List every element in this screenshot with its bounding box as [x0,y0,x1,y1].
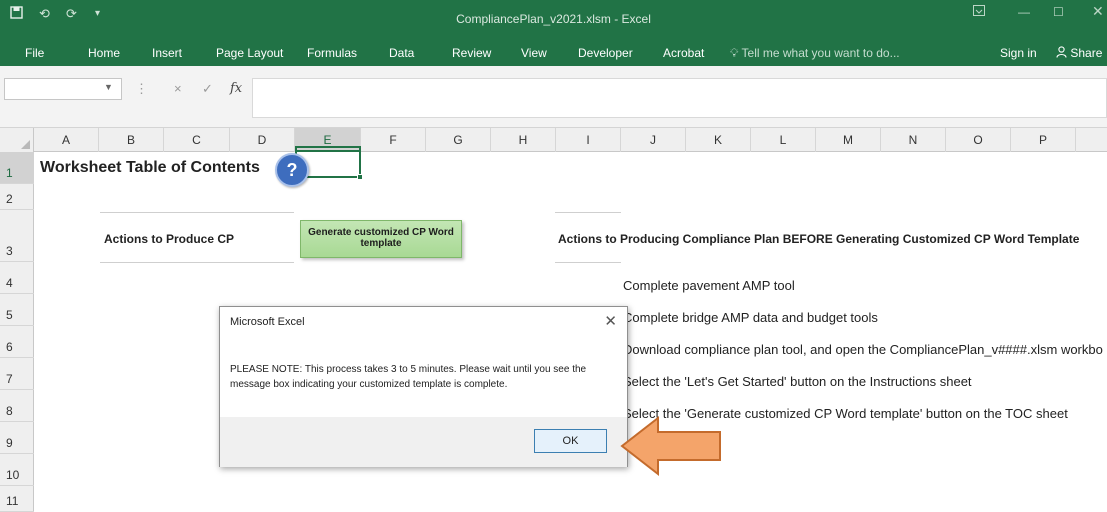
column-header-b[interactable]: B [99,128,164,152]
row-header-11[interactable]: 11 [0,486,34,512]
ribbon-tabs: File Home Insert Page Layout Formulas Da… [0,40,1107,66]
column-header-g[interactable]: G [426,128,491,152]
dialog-message: PLEASE NOTE: This process takes 3 to 5 m… [230,364,587,390]
column-header-j[interactable]: J [621,128,686,152]
section-divider [555,262,621,263]
tab-developer[interactable]: Developer [578,46,633,60]
tab-insert[interactable]: Insert [152,46,182,60]
tab-view[interactable]: View [521,46,547,60]
tab-acrobat[interactable]: Acrobat [663,46,704,60]
select-all-button[interactable] [0,128,34,152]
generate-template-button[interactable]: Generate customized CP Word template [300,220,462,258]
column-header-k[interactable]: K [686,128,751,152]
ok-button[interactable]: OK [534,429,607,453]
tab-formulas[interactable]: Formulas [307,46,357,60]
worksheet-heading: Worksheet Table of Contents [40,159,260,176]
window-title: CompliancePlan_v2021.xlsm - Excel [456,12,651,26]
column-header-a[interactable]: A [34,128,99,152]
share-button[interactable]: Share [1056,46,1102,60]
section-divider [100,262,294,263]
share-label: Share [1070,46,1103,60]
tell-me-text: Tell me what you want to do... [741,46,900,60]
section-divider [555,212,621,213]
sign-in-link[interactable]: Sign in [1000,46,1037,60]
right-section-heading: Actions to Producing Compliance Plan BEF… [558,232,1080,246]
tab-page-layout[interactable]: Page Layout [216,46,283,60]
row-header-6[interactable]: 6 [0,326,34,358]
step-item: Complete bridge AMP data and budget tool… [623,310,878,325]
column-header-f[interactable]: F [361,128,426,152]
column-header-d[interactable]: D [230,128,295,152]
dialog-title: Microsoft Excel [230,316,305,328]
row-header-4[interactable]: 4 [0,262,34,294]
step-item: Select the 'Let's Get Started' button on… [623,374,972,389]
cancel-entry-icon[interactable]: × [174,81,182,96]
name-box-dropdown-icon[interactable]: ▼ [104,82,113,92]
ribbon-display-icon[interactable] [973,5,985,19]
tab-home[interactable]: Home [88,46,120,60]
column-header-l[interactable]: L [751,128,816,152]
row-header-8[interactable]: 8 [0,390,34,422]
column-header-h[interactable]: H [491,128,556,152]
row-header-10[interactable]: 10 [0,454,34,486]
close-icon[interactable]: ✕ [1092,3,1104,20]
row-header-1[interactable]: 1 [0,152,34,184]
row-header-5[interactable]: 5 [0,294,34,326]
select-all-triangle-icon [21,140,30,149]
fill-handle[interactable] [357,174,363,180]
maximize-icon[interactable]: ☐ [1053,5,1064,19]
formula-bar: ▼ ⋮ × ✓ fx [0,66,1107,128]
tab-review[interactable]: Review [452,46,491,60]
dialog-footer: OK [220,417,627,467]
help-button[interactable]: ? [275,153,309,187]
callout-arrow-icon [620,415,721,477]
minimize-icon[interactable]: — [1018,5,1030,19]
section-divider [100,212,294,213]
enter-entry-icon[interactable]: ✓ [202,81,213,97]
lightbulb-icon: 💡︎ [730,46,739,60]
tell-me-search[interactable]: 💡︎ Tell me what you want to do... [730,46,900,61]
column-header-i[interactable]: I [556,128,621,152]
row-header-9[interactable]: 9 [0,422,34,454]
step-item: Download compliance plan tool, and open … [623,342,1103,357]
person-icon [1056,46,1070,60]
tab-file[interactable]: File [25,46,44,60]
left-section-heading: Actions to Produce CP [104,232,235,246]
insert-function-icon[interactable]: fx [230,81,242,96]
row-header-3[interactable]: 3 [0,210,34,262]
message-dialog: Microsoft Excel ✕ PLEASE NOTE: This proc… [219,306,628,467]
formula-input[interactable] [252,78,1107,118]
column-header-o[interactable]: O [946,128,1011,152]
step-item: Complete pavement AMP tool [623,278,795,293]
title-bar: ⟲ ⟳ ▾ CompliancePlan_v2021.xlsm - Excel … [0,0,1107,40]
row-header-7[interactable]: 7 [0,358,34,390]
row-header-2[interactable]: 2 [0,184,34,210]
tab-data[interactable]: Data [389,46,414,60]
row-headers: 1 2 3 4 5 6 7 8 9 10 11 [0,152,34,512]
dialog-close-icon[interactable]: ✕ [604,312,617,330]
formula-bar-splitter-icon[interactable]: ⋮ [135,81,148,97]
column-header-n[interactable]: N [881,128,946,152]
column-header-m[interactable]: M [816,128,881,152]
column-headers: A B C D E F G H I J K L M N O P [0,128,1107,152]
column-header-p[interactable]: P [1011,128,1076,152]
column-header-c[interactable]: C [164,128,230,152]
